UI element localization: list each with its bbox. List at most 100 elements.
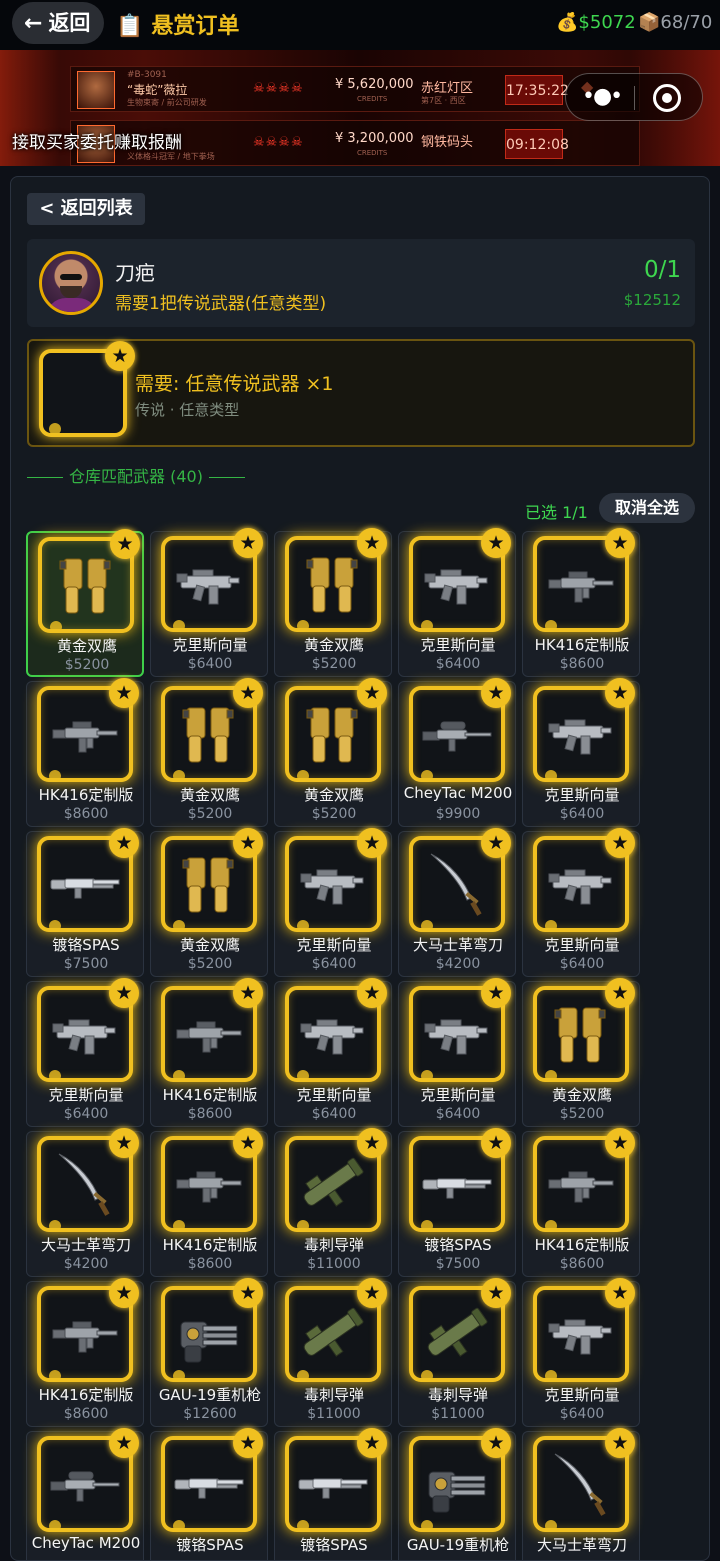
requirement-card: ★ 需要: 任意传说武器 ×1 传说 · 任意类型 [27, 339, 695, 447]
weapon-card[interactable]: ★ 镀铬SPAS $7500 [26, 828, 144, 977]
weapon-card[interactable]: ★ 克里斯向量 $6400 [522, 828, 640, 977]
weapon-card[interactable]: ★ 毒刺导弹 $11000 [274, 1128, 392, 1277]
legendary-dot-icon [545, 920, 557, 932]
smg-icon [545, 698, 617, 770]
smg-icon [297, 998, 369, 1070]
weapon-card[interactable]: ★ 大马士革弯刀 [522, 1428, 640, 1560]
back-button[interactable]: ← 返回 [12, 2, 104, 44]
weapon-card[interactable]: ★ HK416定制版 $8600 [150, 1128, 268, 1277]
legendary-dot-icon [49, 423, 61, 435]
more-dots-icon[interactable]: •●• [582, 84, 623, 109]
shotgun-icon [421, 1148, 493, 1220]
legendary-star-icon: ★ [605, 678, 635, 708]
legendary-dot-icon [421, 770, 433, 782]
weapon-name: 黄金双鹰 [551, 1086, 612, 1104]
weapon-price: $6400 [63, 1106, 109, 1122]
weapon-card[interactable]: ★ HK416定制版 $8600 [26, 678, 144, 827]
legendary-star-icon: ★ [357, 978, 387, 1008]
legendary-star-icon: ★ [109, 678, 139, 708]
legendary-dot-icon [297, 1520, 309, 1532]
weapon-card[interactable]: ★ 黄金双鹰 $5200 [274, 678, 392, 827]
back-button-label: 返回 [48, 11, 91, 35]
legendary-dot-icon [49, 1520, 61, 1532]
weapon-price: $7500 [63, 956, 109, 972]
weapon-price: $8600 [187, 1106, 233, 1122]
legendary-dot-icon [297, 1070, 309, 1082]
money-display: 💰$5072 [556, 12, 636, 33]
weapon-card[interactable]: ★ CheyTac M200 $9900 [398, 678, 516, 827]
weapon-card[interactable]: ★ 黄金双鹰 $5200 [274, 528, 392, 677]
weapon-name: GAU-19重机枪 [406, 1536, 510, 1554]
weapon-name: 镀铬SPAS [176, 1536, 244, 1554]
weapon-card[interactable]: ★ CheyTac M200 [26, 1428, 144, 1560]
weapon-card[interactable]: ★ 克里斯向量 $6400 [522, 1278, 640, 1427]
pistols-icon [173, 848, 245, 920]
order-reward: $12512 [623, 291, 681, 309]
weapon-price: $6400 [559, 956, 605, 972]
weapon-card[interactable]: ★ 克里斯向量 $6400 [26, 978, 144, 1127]
weapon-price: $6400 [311, 1106, 357, 1122]
weapon-card[interactable]: ★ 毒刺导弹 $11000 [274, 1278, 392, 1427]
pistols-icon [297, 548, 369, 620]
weapon-name: 大马士革弯刀 [412, 936, 503, 954]
sniper-icon [421, 698, 493, 770]
stock-section-title: 仓库匹配武器 (40) [27, 463, 251, 487]
clipboard-icon: 📋 [116, 14, 144, 39]
weapon-card[interactable]: ★ 黄金双鹰 $5200 [26, 529, 144, 677]
weapon-price: $5200 [311, 806, 357, 822]
weapon-card[interactable]: ★ 镀铬SPAS [274, 1428, 392, 1560]
weapon-card[interactable]: ★ 克里斯向量 $6400 [274, 828, 392, 977]
legendary-dot-icon [421, 1370, 433, 1382]
weapon-card[interactable]: ★ HK416定制版 $8600 [150, 978, 268, 1127]
weapon-card[interactable]: ★ 黄金双鹰 $5200 [150, 678, 268, 827]
banner-row-time: 09:12:08 [505, 129, 569, 159]
rifle-icon [49, 698, 121, 770]
weapon-price: $11000 [307, 1256, 361, 1272]
banner-row-name: “毒蛇”薇拉 [127, 83, 188, 97]
weapon-card[interactable]: ★ GAU-19重机枪 [398, 1428, 516, 1560]
rifle-icon [49, 1298, 121, 1370]
weapon-name: HK416定制版 [38, 1386, 134, 1404]
legendary-star-icon: ★ [605, 528, 635, 558]
legendary-star-icon: ★ [105, 341, 135, 371]
legendary-dot-icon [173, 920, 185, 932]
weapon-card[interactable]: ★ 克里斯向量 $6400 [522, 678, 640, 827]
weapon-card[interactable]: ★ 镀铬SPAS $7500 [398, 1128, 516, 1277]
back-to-list-button[interactable]: < 返回列表 [27, 193, 145, 225]
weapon-name: 克里斯向量 [544, 936, 620, 954]
cargo-value: 68/70 [660, 12, 713, 33]
weapon-card[interactable]: ★ HK416定制版 $8600 [522, 1128, 640, 1277]
weapon-name: 克里斯向量 [544, 1386, 620, 1404]
client-requirement: 需要1把传说武器(任意类型) [115, 294, 327, 314]
weapon-price: $11000 [307, 1406, 361, 1422]
weapon-card[interactable]: ★ 大马士革弯刀 $4200 [26, 1128, 144, 1277]
arrow-left-icon: ← [24, 11, 43, 36]
weapon-card[interactable]: ★ 毒刺导弹 $11000 [398, 1278, 516, 1427]
legendary-star-icon: ★ [233, 1428, 263, 1458]
weapon-price: $11000 [431, 1406, 485, 1422]
weapon-card[interactable]: ★ HK416定制版 $8600 [522, 528, 640, 677]
weapon-name: 毒刺导弹 [303, 1386, 364, 1404]
close-target-icon[interactable] [653, 84, 681, 112]
weapon-card[interactable]: ★ 克里斯向量 $6400 [398, 528, 516, 677]
weapon-card[interactable]: ★ 镀铬SPAS [150, 1428, 268, 1560]
sniper-icon [49, 1448, 121, 1520]
weapon-price: $5200 [64, 657, 110, 673]
weapon-card[interactable]: ★ 克里斯向量 $6400 [274, 978, 392, 1127]
weapon-card[interactable]: ★ 克里斯向量 $6400 [150, 528, 268, 677]
weapon-card[interactable]: ★ 黄金双鹰 $5200 [150, 828, 268, 977]
shotgun-icon [297, 1448, 369, 1520]
weapon-card[interactable]: ★ GAU-19重机枪 $12600 [150, 1278, 268, 1427]
page-title-text: 悬赏订单 [151, 14, 240, 39]
weapon-card[interactable]: ★ 大马士革弯刀 $4200 [398, 828, 516, 977]
weapon-card[interactable]: ★ HK416定制版 $8600 [26, 1278, 144, 1427]
legendary-star-icon: ★ [481, 1278, 511, 1308]
weapon-card[interactable]: ★ 克里斯向量 $6400 [398, 978, 516, 1127]
weapon-card[interactable]: ★ 黄金双鹰 $5200 [522, 978, 640, 1127]
legendary-dot-icon [297, 770, 309, 782]
weapon-name: 黄金双鹰 [179, 936, 240, 954]
deselect-all-button[interactable]: 取消全选 [599, 493, 695, 523]
weapon-name: 克里斯向量 [296, 1086, 372, 1104]
legendary-dot-icon [297, 1220, 309, 1232]
legendary-dot-icon [49, 920, 61, 932]
